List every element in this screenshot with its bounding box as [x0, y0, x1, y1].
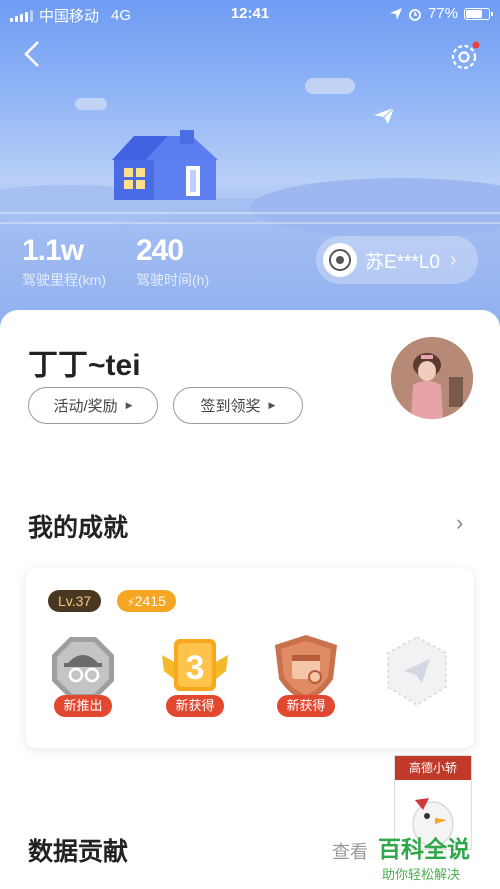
activity-rewards-button[interactable]: 活动/奖励 ▶	[28, 387, 158, 424]
mileage-stat: 1.1w 驾驶里程(km)	[22, 234, 106, 290]
gear-icon	[451, 41, 480, 70]
cloud-decoration	[75, 98, 107, 110]
drive-time-value: 240	[136, 234, 184, 267]
mileage-value: 1.1w	[22, 234, 84, 267]
watermark-subtitle: 助你轻松解决	[382, 867, 461, 882]
triangle-right-icon: ▶	[268, 400, 276, 410]
car-plate-text: 苏E***L0	[365, 251, 440, 273]
house-illustration	[112, 130, 218, 200]
svg-text:3: 3	[186, 649, 205, 687]
medal-tag: 新获得	[277, 695, 335, 717]
activity-rewards-label: 活动/奖励	[53, 398, 118, 415]
achievements-card[interactable]: Lv.37 ⚡2415 新推出 3 新获得 新获得	[26, 568, 474, 748]
car-brand-icon	[323, 243, 357, 277]
paper-plane-badge-icon	[387, 636, 447, 706]
view-link[interactable]: 查看	[332, 838, 368, 864]
profile-sheet: 丁丁~tei 活动/奖励 ▶ 签到领奖 ▶ 我的成就 › Lv.37 ⚡2415	[0, 310, 500, 889]
medal-plane-locked[interactable]	[382, 633, 452, 717]
ad-banner-title: 高德小轿	[395, 756, 471, 780]
back-button[interactable]	[22, 40, 52, 70]
data-contribution-title: 数据贡献	[28, 838, 129, 866]
status-bar: 中国移动 4G 12:41 77%	[0, 0, 500, 30]
road-stripe	[0, 222, 500, 224]
medal-calendar[interactable]: 新获得	[271, 633, 341, 717]
battery-icon	[464, 7, 493, 20]
cloud-decoration	[305, 78, 355, 94]
level-badge: Lv.37	[48, 590, 102, 612]
road-stripe	[0, 212, 500, 214]
detective-badge-icon	[52, 637, 114, 699]
checkin-rewards-button[interactable]: 签到领奖 ▶	[173, 387, 303, 424]
medal-tag: 新推出	[54, 695, 112, 717]
achievements-title: 我的成就	[28, 514, 129, 542]
number-3-badge-icon: 3	[162, 639, 228, 691]
status-right: 77%	[389, 5, 493, 22]
chevron-right-icon[interactable]: ›	[456, 510, 463, 536]
location-arrow-icon	[389, 7, 402, 20]
points-value: 2415	[134, 593, 166, 609]
checkin-rewards-label: 签到领奖	[200, 398, 261, 415]
medal-tag: 新获得	[166, 695, 224, 717]
battery-percent: 77%	[427, 5, 458, 22]
chevron-right-icon: ›	[450, 248, 457, 271]
drive-time-label: 驾驶时间(h)	[136, 272, 210, 288]
avatar-image	[391, 337, 473, 419]
points-badge: ⚡2415	[117, 590, 176, 612]
watermark-title: 百科全说	[378, 836, 470, 862]
watermark: 百科全说 助你轻松解决	[378, 830, 470, 883]
avatar[interactable]	[391, 337, 473, 419]
medal-number-3[interactable]: 3 新获得	[160, 633, 230, 717]
medal-detective[interactable]: 新推出	[48, 633, 118, 717]
lightning-icon: ⚡	[127, 597, 135, 609]
triangle-right-icon: ▶	[125, 400, 133, 410]
alarm-icon	[409, 8, 421, 21]
car-plate-chip[interactable]: 苏E***L0 ›	[316, 236, 478, 284]
paper-plane-icon	[374, 108, 394, 124]
mileage-label: 驾驶里程(km)	[22, 272, 106, 288]
chevron-left-icon	[24, 41, 39, 67]
calendar-shield-icon	[275, 635, 337, 701]
user-name: 丁丁~tei	[28, 349, 141, 382]
drive-time-stat: 240 驾驶时间(h)	[136, 234, 209, 290]
hero-banner: 1.1w 驾驶里程(km) 240 驾驶时间(h) 苏E***L0 ›	[0, 0, 500, 330]
settings-button[interactable]	[445, 38, 483, 76]
